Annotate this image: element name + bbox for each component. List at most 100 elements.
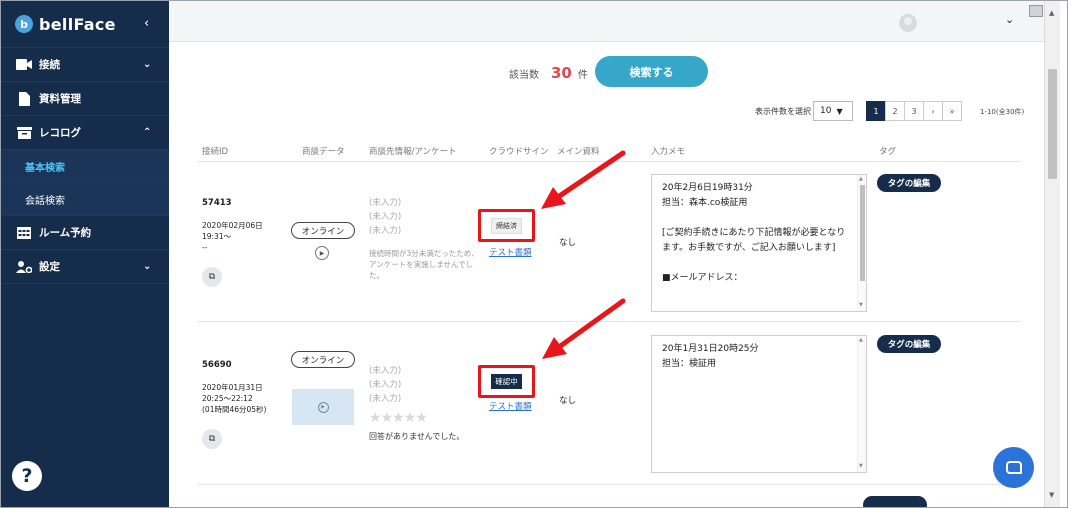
chat-icon: [1005, 461, 1022, 474]
archive-icon: [15, 126, 33, 139]
online-badge: オンライン: [291, 351, 355, 368]
connect-id[interactable]: 56690: [202, 360, 232, 370]
survey-note: 回答がありませんでした。: [369, 432, 465, 441]
perpage-select[interactable]: 10 ▼: [813, 101, 853, 121]
customer-info: (未入力) (未入力) (未入力): [369, 198, 402, 236]
edit-tag-button-partial[interactable]: [863, 496, 927, 507]
app-window: b bellFace ‹ 接続 ⌄ 資料管理 レコログ ⌃ 基本検索 会話検索: [0, 0, 1068, 508]
window-corner-icon: [1029, 5, 1043, 17]
copy-icon[interactable]: ⧉: [202, 429, 222, 449]
scroll-up-icon[interactable]: ▲: [859, 176, 863, 182]
scroll-down-icon[interactable]: ▼: [859, 463, 863, 469]
connect-datetime: 2020年02月06日 19:31～ --: [202, 221, 263, 252]
result-count: 該当数 30 件: [509, 64, 588, 82]
sign-status-badge: 締結済: [491, 217, 522, 234]
table-row: 56690 2020年01月31日 20:25～22:12 (01時間46分05…: [197, 322, 1022, 485]
sidebar-item-label: 資料管理: [39, 93, 81, 105]
caret-down-icon: ▼: [836, 106, 843, 116]
pagination: 1 2 3 › »: [866, 101, 962, 121]
sidebar: b bellFace ‹ 接続 ⌄ 資料管理 レコログ ⌃ 基本検索 会話検索: [1, 1, 169, 507]
document-icon: [15, 91, 33, 106]
page-scroll-thumb[interactable]: [1048, 69, 1057, 179]
calendar-icon: [15, 226, 33, 239]
highlight-box: 確認中: [478, 365, 535, 398]
header-customer-survey: 商談先情報/アンケート: [369, 147, 457, 157]
page-2-button[interactable]: 2: [885, 101, 905, 121]
scroll-up-icon[interactable]: ▲: [859, 337, 863, 343]
sidebar-item-conversation-search[interactable]: 会話検索: [1, 183, 169, 216]
header-tag: タグ: [879, 147, 897, 157]
edit-tag-button[interactable]: タグの編集: [877, 335, 941, 353]
scroll-down-icon[interactable]: ▼: [859, 302, 863, 308]
highlight-box: 締結済: [478, 209, 535, 242]
count-label: 該当数: [509, 70, 539, 81]
sign-status-badge: 確認中: [491, 374, 522, 389]
memo-scrollbar[interactable]: ▲ ▼: [857, 175, 866, 311]
video-icon: [15, 59, 33, 70]
brand-logo-icon: b: [15, 15, 33, 33]
top-bar: ⌄: [169, 1, 1044, 42]
chat-support-button[interactable]: [993, 447, 1034, 488]
main-content: 該当数 30 件 検索する 表示件数を選択 10 ▼ 1 2 3 › » 1-1…: [183, 42, 1035, 507]
next-page-button[interactable]: ›: [923, 101, 943, 121]
connect-id[interactable]: 57413: [202, 198, 232, 208]
search-button[interactable]: 検索する: [595, 56, 708, 87]
user-settings-icon: [15, 260, 33, 273]
page-3-button[interactable]: 3: [904, 101, 924, 121]
survey-note: 接続時間が3分未満だったため、アンケートを実施しませんでした。: [369, 249, 479, 280]
memo-textarea[interactable]: 20年2月6日19時31分 担当：森本.co検証用 [ご契約手続きにあたり下記情…: [651, 174, 867, 312]
rating-stars: ★★★★★: [369, 410, 428, 426]
header-meeting-data: 商談データ: [302, 147, 345, 157]
chevron-up-icon: ⌃: [143, 127, 152, 138]
collapse-sidebar-icon[interactable]: ‹: [144, 16, 149, 31]
count-unit: 件: [577, 70, 588, 81]
brand[interactable]: b bellFace ‹: [1, 1, 169, 48]
customer-info: (未入力) (未入力) (未入力): [369, 366, 402, 404]
table-header: 接続ID 商談データ 商談先情報/アンケート クラウドサイン メイン資料 入力メ…: [197, 142, 1022, 162]
play-icon: ▶: [317, 401, 329, 413]
perpage-label: 表示件数を選択: [755, 107, 811, 116]
page-scrollbar[interactable]: ▲ ▼: [1044, 1, 1060, 507]
document-link[interactable]: テスト書類: [489, 400, 532, 412]
sidebar-item-documents[interactable]: 資料管理: [1, 82, 169, 116]
main-document: なし: [559, 238, 577, 248]
sidebar-item-label: 設定: [39, 261, 60, 273]
main-document: なし: [559, 396, 577, 406]
header-memo: 入力メモ: [651, 147, 686, 157]
sidebar-item-settings[interactable]: 設定 ⌄: [1, 250, 169, 284]
memo-textarea[interactable]: 20年1月31日20時25分 担当：検証用: [651, 335, 867, 473]
scroll-down-icon[interactable]: ▼: [1049, 491, 1054, 499]
avatar[interactable]: [899, 14, 917, 32]
page-1-button[interactable]: 1: [866, 101, 886, 121]
header-cloud-sign: クラウドサイン: [489, 147, 549, 157]
perpage-value: 10: [820, 106, 832, 116]
copy-icon[interactable]: ⧉: [202, 267, 222, 287]
header-main-doc: メイン資料: [557, 147, 600, 157]
sidebar-item-connect[interactable]: 接続 ⌄: [1, 48, 169, 82]
user-menu-chevron-icon[interactable]: ⌄: [1005, 13, 1014, 26]
play-icon[interactable]: ▶: [315, 246, 329, 260]
sidebar-item-label: レコログ: [39, 127, 81, 139]
sidebar-item-label: ルーム予約: [39, 227, 92, 239]
video-thumbnail[interactable]: ▶: [292, 389, 354, 425]
document-link[interactable]: テスト書類: [489, 246, 532, 258]
help-icon[interactable]: ?: [12, 461, 42, 491]
brand-name: bellFace: [39, 14, 116, 34]
sidebar-item-label: 接続: [39, 59, 60, 71]
online-badge: オンライン: [291, 222, 355, 239]
edit-tag-button[interactable]: タグの編集: [877, 174, 941, 192]
sidebar-item-basic-search[interactable]: 基本検索: [1, 150, 169, 183]
memo-scroll-thumb[interactable]: [860, 185, 865, 281]
memo-scrollbar[interactable]: ▲ ▼: [857, 336, 866, 472]
last-page-button[interactable]: »: [942, 101, 962, 121]
table-row: 57413 2020年02月06日 19:31～ -- ⧉ オンライン ▶ (未…: [197, 162, 1022, 322]
header-connect-id: 接続ID: [202, 147, 229, 157]
sidebar-item-recolog[interactable]: レコログ ⌃: [1, 116, 169, 150]
page-range: 1-10(全30件): [980, 108, 1025, 116]
scroll-up-icon[interactable]: ▲: [1049, 9, 1054, 17]
chevron-down-icon: ⌄: [143, 261, 152, 272]
connect-datetime: 2020年01月31日 20:25～22:12 (01時間46分05秒): [202, 383, 267, 414]
count-value: 30: [551, 64, 572, 82]
sidebar-item-room-booking[interactable]: ルーム予約: [1, 216, 169, 250]
chevron-down-icon: ⌄: [143, 59, 152, 70]
